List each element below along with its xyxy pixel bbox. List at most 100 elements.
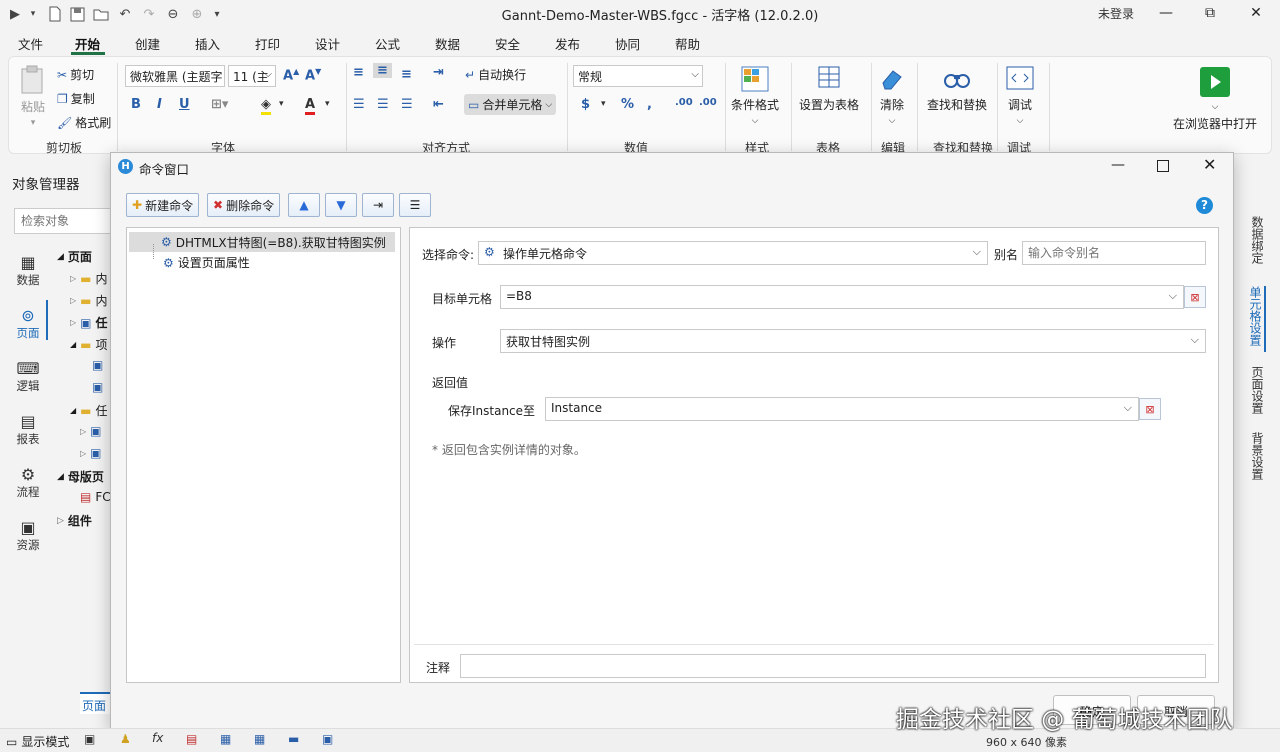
- decrease-font-icon[interactable]: A▼: [305, 67, 321, 83]
- menu-design[interactable]: 设计: [315, 34, 340, 53]
- menu-help[interactable]: 帮助: [675, 34, 700, 53]
- bold-button[interactable]: B: [131, 97, 141, 112]
- tree-node[interactable]: ▷ ▣: [80, 424, 102, 438]
- align-center-icon[interactable]: ☰: [377, 97, 389, 112]
- tree-node[interactable]: ▷ ▣: [80, 446, 102, 460]
- side-tab-report[interactable]: ▤ 报表: [10, 412, 46, 447]
- pin-icon[interactable]: ♟: [120, 732, 131, 746]
- outdent-icon[interactable]: ⇤: [433, 97, 444, 112]
- menu-print[interactable]: 打印: [255, 34, 280, 53]
- dialog-maximize-icon[interactable]: [1157, 160, 1169, 172]
- window-icon[interactable]: ▣: [322, 732, 333, 746]
- decrease-decimal-icon[interactable]: .00: [699, 97, 717, 108]
- paste-button[interactable]: 粘贴 ▾: [19, 65, 47, 128]
- side-tab-logic[interactable]: ⌨ 逻辑: [10, 359, 46, 394]
- increase-font-icon[interactable]: A▲: [283, 67, 299, 83]
- tree-node[interactable]: ◢ ▬ 项: [70, 336, 108, 353]
- new-command-button[interactable]: ✚ 新建命令: [126, 193, 200, 217]
- align-top-icon[interactable]: ≡: [353, 65, 364, 80]
- comment-input[interactable]: [460, 654, 1206, 678]
- bottom-tab-page[interactable]: 页面: [80, 692, 112, 714]
- alias-input[interactable]: [1022, 241, 1206, 265]
- align-right-icon[interactable]: ☰: [401, 97, 413, 112]
- tree-node-components[interactable]: ▷ 组件: [57, 512, 92, 529]
- tree-node-pages[interactable]: ◢ 页面: [57, 248, 92, 265]
- font-name-select[interactable]: 微软雅黑 (主题字 ⌵: [125, 65, 225, 87]
- side-tab-resource[interactable]: ▣ 资源: [10, 518, 46, 553]
- object-search-input[interactable]: [14, 208, 112, 234]
- tree-node[interactable]: ▷ ▬ 内: [70, 292, 108, 309]
- increase-decimal-icon[interactable]: .00: [675, 97, 693, 108]
- menu-create[interactable]: 创建: [135, 34, 160, 53]
- indent-icon[interactable]: ⇥: [433, 65, 444, 80]
- variable-picker-button[interactable]: ⊠: [1139, 398, 1161, 420]
- merge-cells-button[interactable]: ▭ 合并单元格 ⌵: [464, 94, 557, 115]
- side-tab-flow[interactable]: ⚙ 流程: [10, 465, 46, 500]
- command-item-selected[interactable]: ⚙ DHTMLX甘特图(=B8).获取甘特图实例: [129, 232, 395, 252]
- side-tab-page[interactable]: ⊚ 页面: [10, 306, 46, 341]
- operation-dropdown[interactable]: 获取甘特图实例 ⌵: [500, 329, 1206, 353]
- menu-publish[interactable]: 发布: [555, 34, 580, 53]
- formula-icon[interactable]: fx: [152, 731, 163, 745]
- align-bottom-icon[interactable]: ≡: [401, 67, 412, 82]
- copy-button[interactable]: ❐ 复制: [57, 90, 95, 107]
- select-command-dropdown[interactable]: ⚙ 操作单元格命令 ⌵: [478, 241, 988, 265]
- tree-node-master[interactable]: ◢ 母版页: [57, 468, 104, 485]
- tree-node[interactable]: ▷ ▣ 任: [70, 314, 108, 331]
- indent-command-button[interactable]: ⇥: [362, 193, 394, 217]
- layer-icon[interactable]: ▦: [220, 732, 231, 746]
- cell-picker-button[interactable]: ⊠: [1184, 286, 1206, 308]
- terminal-icon[interactable]: ▣: [84, 732, 95, 746]
- menu-security[interactable]: 安全: [495, 34, 520, 53]
- dialog-minimize-icon[interactable]: —: [1111, 157, 1125, 173]
- right-tab-cell-settings[interactable]: 单元格设置: [1244, 286, 1266, 352]
- open-in-browser-button[interactable]: ⌵ 在浏览器中打开: [1173, 65, 1257, 132]
- wrap-text-button[interactable]: ↵ 自动换行: [465, 66, 526, 83]
- set-as-table-button[interactable]: 设置为表格: [799, 65, 859, 113]
- minimize-button[interactable]: —: [1148, 2, 1184, 24]
- menu-home[interactable]: 开始: [75, 34, 100, 53]
- menu-insert[interactable]: 插入: [195, 34, 220, 53]
- command-item[interactable]: ⚙ 设置页面属性: [163, 254, 250, 271]
- label-icon[interactable]: ▤: [186, 732, 197, 746]
- dialog-close-icon[interactable]: ✕: [1203, 155, 1216, 174]
- conditional-format-button[interactable]: 条件格式 ⌵: [731, 65, 779, 126]
- outdent-command-button[interactable]: ☰: [399, 193, 431, 217]
- currency-button[interactable]: $: [581, 97, 590, 112]
- align-left-icon[interactable]: ☰: [353, 97, 365, 112]
- maximize-button[interactable]: ⧉: [1192, 2, 1228, 24]
- move-down-button[interactable]: ▼: [325, 193, 357, 217]
- right-tab-page-settings[interactable]: 页面设置: [1244, 366, 1266, 422]
- tree-node[interactable]: ▣: [92, 358, 103, 372]
- tree-node[interactable]: ◢ ▬ 任: [70, 402, 108, 419]
- font-color-icon[interactable]: A: [305, 97, 316, 115]
- number-format-select[interactable]: 常规 ⌵: [573, 65, 703, 87]
- menu-data[interactable]: 数据: [435, 34, 460, 53]
- border-icon[interactable]: ⊞▾: [211, 97, 228, 112]
- right-tab-background-settings[interactable]: 背景设置: [1244, 432, 1266, 488]
- close-button[interactable]: ✕: [1238, 2, 1274, 24]
- tree-node[interactable]: ▤ FC: [80, 490, 111, 504]
- find-replace-button[interactable]: 查找和替换: [927, 65, 987, 113]
- menu-formula[interactable]: 公式: [375, 34, 400, 53]
- login-status[interactable]: 未登录: [1098, 5, 1134, 22]
- help-icon[interactable]: ?: [1196, 197, 1213, 214]
- panel-icon[interactable]: ▬: [288, 732, 299, 746]
- clear-button[interactable]: 清除 ⌵: [877, 65, 907, 126]
- display-mode-toggle[interactable]: ▭ 显示模式: [6, 733, 69, 750]
- format-painter-button[interactable]: 🖌 格式刷: [57, 114, 111, 131]
- grid-toggle-icon[interactable]: ▦: [254, 732, 265, 746]
- side-tab-data[interactable]: ▦ 数据: [10, 253, 46, 288]
- right-tab-data-binding[interactable]: 数据绑定: [1244, 216, 1266, 272]
- underline-button[interactable]: U: [179, 97, 190, 112]
- menu-collaborate[interactable]: 协同: [615, 34, 640, 53]
- fill-color-icon[interactable]: ◈: [261, 97, 271, 115]
- comma-button[interactable]: ,: [647, 97, 652, 112]
- target-cell-dropdown[interactable]: =B8 ⌵: [500, 285, 1184, 309]
- italic-button[interactable]: I: [157, 97, 162, 112]
- tree-node[interactable]: ▷ ▬ 内: [70, 270, 108, 287]
- align-middle-icon[interactable]: ≡: [373, 63, 392, 78]
- font-size-select[interactable]: 11 (主 ⌵: [228, 65, 276, 87]
- cut-button[interactable]: ✂ 剪切: [57, 66, 94, 83]
- move-up-button[interactable]: ▲: [288, 193, 320, 217]
